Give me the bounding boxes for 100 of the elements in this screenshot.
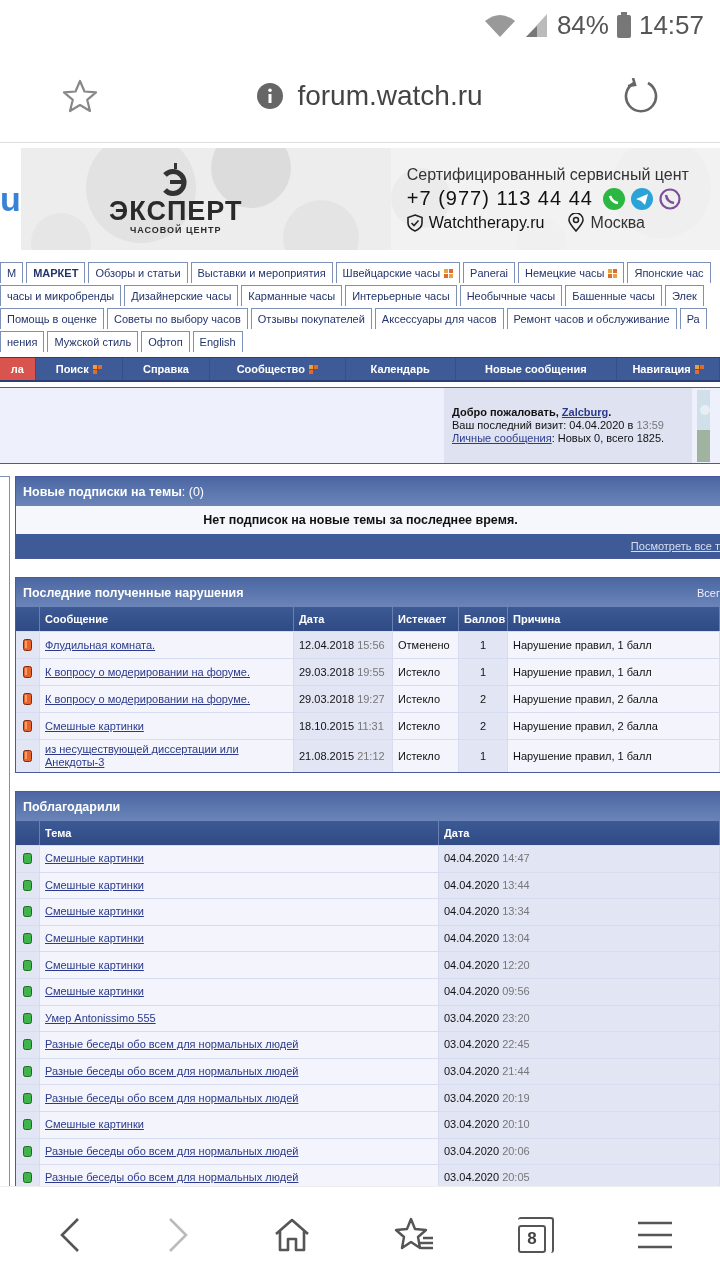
forum-tab[interactable]: М [0, 262, 24, 283]
date-cell: 29.03.2018 19:27 [294, 685, 393, 712]
menu-icon[interactable] [638, 1220, 672, 1249]
forum-tab[interactable]: Башенные часы [565, 285, 662, 306]
topic-link[interactable]: Смешные картинки [45, 905, 144, 919]
menu-grid-icon[interactable] [444, 268, 454, 278]
column-header[interactable]: Тема [40, 821, 439, 845]
forum-tab[interactable]: Помощь в оценке [0, 308, 104, 329]
date-cell: 29.03.2018 19:55 [294, 658, 393, 685]
panel-title: Новые подписки на темы: (0) [23, 484, 205, 499]
date-cell: 04.04.2020 13:04 [439, 924, 720, 952]
topic-link[interactable]: Смешные картинки [45, 985, 144, 999]
empty-message: Нет подписок на новые темы за последнее время. [16, 506, 720, 534]
nav-item[interactable]: Сообщество [209, 358, 346, 380]
forum-tab[interactable]: Интерьерные часы [345, 285, 457, 306]
date-cell: 12.04.2018 15:56 [294, 631, 393, 658]
expires-cell: Истекло [393, 712, 459, 739]
forum-tab[interactable]: часы и микробренды [0, 285, 122, 306]
nav-item[interactable]: Новые сообщения [455, 358, 617, 380]
forum-tab[interactable]: Дизайнерские часы [124, 285, 239, 306]
brand-subtitle: ЧАСОВОЙ ЦЕНТР [129, 225, 222, 235]
forum-tab[interactable]: Немецкие часы [518, 262, 625, 283]
forum-tab[interactable]: Советы по выбору часов [107, 308, 248, 329]
panel-title: Последние полученные нарушения [23, 585, 244, 600]
battery-percent: 84% [556, 9, 609, 41]
forum-tab[interactable]: Panerai [463, 262, 516, 283]
clock: 14:57 [638, 9, 704, 41]
topic-link[interactable]: Смешные картинки [45, 932, 144, 946]
points-cell: 2 [459, 712, 508, 739]
forum-tab[interactable]: нения [0, 331, 45, 352]
menu-grid-icon[interactable] [694, 364, 704, 374]
date-cell: 04.04.2020 09:56 [439, 977, 720, 1005]
points-cell: 2 [459, 685, 508, 712]
reason-cell: Нарушение правил, 1 балл [508, 658, 720, 685]
brand-name: ЭКСПЕРТ [109, 197, 243, 225]
forum-tab[interactable]: Ремонт часов и обслуживание [506, 308, 677, 329]
nav-item[interactable]: Справка [122, 358, 210, 380]
forum-tab[interactable]: Офтоп [141, 331, 190, 352]
column-header[interactable]: Дата [439, 821, 720, 845]
points-cell: 1 [459, 658, 508, 685]
forum-tab[interactable]: Карманные часы [241, 285, 343, 306]
menu-grid-icon[interactable] [608, 268, 618, 278]
forum-tab[interactable]: Ра [679, 308, 707, 329]
messages-link[interactable]: Личные сообщения [452, 432, 552, 444]
menu-grid-icon[interactable] [308, 364, 318, 374]
home-icon[interactable] [274, 1217, 310, 1252]
nav-item[interactable]: Навигация [617, 358, 720, 380]
forum-tab[interactable]: Швейцарские часы [335, 262, 461, 283]
reload-icon[interactable] [622, 78, 658, 114]
column-header[interactable]: Причина [508, 607, 720, 631]
nav-item[interactable]: ла [0, 358, 36, 380]
topic-link[interactable]: Смешные картинки [45, 1118, 144, 1132]
forum-tab[interactable]: English [192, 331, 243, 352]
date-cell: 04.04.2020 13:44 [439, 871, 720, 899]
nav-item[interactable]: Поиск [35, 358, 123, 380]
column-header [16, 821, 40, 845]
topic-link[interactable]: Смешные картинки [45, 878, 144, 892]
column-header[interactable]: Истекает [393, 607, 459, 631]
url-text[interactable]: forum.watch.ru [297, 80, 483, 112]
site-logo[interactable]: u [0, 179, 21, 219]
column-header[interactable]: Баллов [459, 607, 508, 631]
date-cell: 03.04.2020 20:05 [439, 1164, 720, 1186]
info-icon[interactable] [257, 83, 284, 109]
expires-cell: Истекло [393, 739, 459, 772]
points-cell: 1 [459, 631, 508, 658]
panel-title: Поблагодарили [23, 799, 121, 814]
forum-tab[interactable]: Элек [664, 285, 704, 306]
menu-grid-icon[interactable] [92, 364, 102, 374]
phone-icon[interactable] [658, 187, 681, 210]
date-cell: 03.04.2020 22:45 [439, 1031, 720, 1058]
topic-link[interactable]: Смешные картинки [45, 958, 144, 972]
column-header[interactable]: Сообщение [40, 607, 294, 631]
forum-tab[interactable]: Японские час [627, 262, 711, 283]
location-pin-icon [568, 213, 585, 232]
forum-tab[interactable]: Обзоры и статьи [88, 262, 188, 283]
nav-item[interactable]: Календарь [345, 358, 456, 380]
warning-card-icon [23, 693, 32, 705]
forum-tab[interactable]: Необычные часы [459, 285, 563, 306]
all-link[interactable]: Всег [697, 586, 720, 599]
warning-card-icon [23, 666, 32, 678]
expires-cell: Истекло [393, 685, 459, 712]
forum-tab[interactable]: Отзывы покупателей [250, 308, 372, 329]
forum-tab[interactable]: Выставки и мероприятия [190, 262, 333, 283]
column-header[interactable]: Дата [294, 607, 393, 631]
column-header [16, 607, 40, 631]
chat-icon[interactable] [602, 187, 625, 210]
topic-link[interactable]: Смешные картинки [45, 852, 144, 866]
view-all-link[interactable]: Посмотреть все т [630, 540, 720, 552]
forum-tab[interactable]: МАРКЕТ [26, 262, 86, 283]
forum-tab[interactable]: Аксессуары для часов [374, 308, 504, 329]
date-cell: 18.10.2015 11:31 [294, 712, 393, 739]
back-icon[interactable] [58, 1216, 82, 1253]
paper-plane-icon[interactable] [630, 187, 653, 210]
date-cell: 03.04.2020 21:44 [439, 1057, 720, 1085]
battery-icon [616, 12, 631, 38]
date-cell: 21.08.2015 21:12 [294, 739, 393, 772]
reason-cell: Нарушение правил, 2 балла [508, 685, 720, 712]
star-icon[interactable] [62, 79, 98, 113]
topic-link[interactable]: Умер Antonissimo 555 [45, 1011, 156, 1025]
forum-tab[interactable]: Мужской стиль [47, 331, 139, 352]
